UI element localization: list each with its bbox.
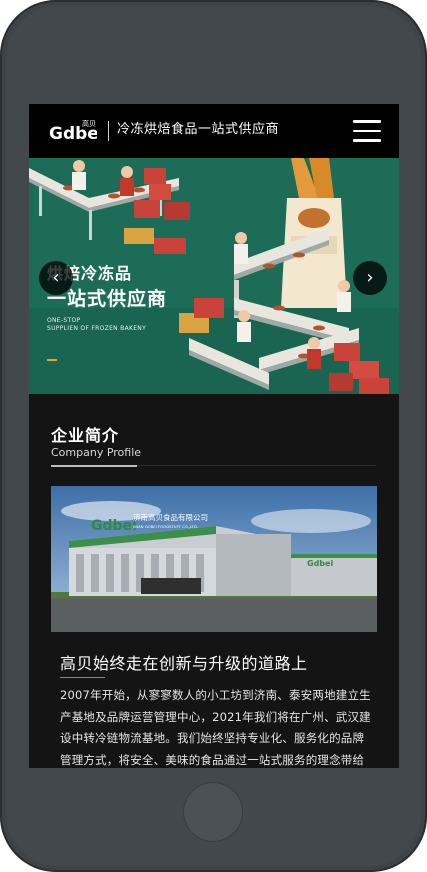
banner-subtitle: ONE-STOP SUPPLIEN OF FROZEN BAKENY (47, 317, 146, 333)
hamburger-menu-icon[interactable] (353, 120, 381, 142)
banner-subtitle-line2: SUPPLIEN OF FROZEN BAKENY (47, 325, 147, 332)
building-illustration: Gdbei 济南高贝食品有限公司 JINAN GOBEI FOODSTUFF C… (51, 486, 377, 632)
article-body: 2007年开始，从寥寥数人的小工坊到济南、泰安两地建立生产基地及品牌运营管理中心… (60, 688, 371, 767)
building-sign-text: 济南高贝食品有限公司 (133, 512, 208, 522)
home-button[interactable] (183, 782, 243, 842)
building-sign-en-text: JINAN GOBEI FOODSTUFF CO.,LTD. (132, 524, 198, 529)
section-subtitle: Company Profile (51, 446, 142, 459)
phone-frame: Gdbei 高贝 冷冻烘焙食品一站式供应商 (0, 0, 427, 872)
company-building-photo[interactable]: Gdbei 济南高贝食品有限公司 JINAN GOBEI FOODSTUFF C… (51, 486, 377, 632)
article-title[interactable]: 高贝始终走在创新与升级的道路上 (60, 650, 308, 674)
brand-logo[interactable]: Gdbei 高贝 (49, 118, 97, 144)
site-header: Gdbei 高贝 冷冻烘焙食品一站式供应商 (29, 104, 399, 158)
logo-small-text: 高贝 (82, 119, 96, 128)
carousel-prev-button[interactable]: ‹ (39, 261, 73, 295)
section-divider-accent (51, 465, 137, 467)
carousel-indicator[interactable] (47, 359, 57, 361)
article-rule (60, 677, 105, 678)
carousel-next-button[interactable]: › (353, 261, 387, 295)
section-title: 企业简介 (51, 426, 120, 445)
building-logo-text: Gdbei (91, 518, 137, 534)
banner-subtitle-line1: ONE-STOP (47, 317, 81, 324)
building-logo-text-2: Gdbei (307, 559, 333, 568)
screen: Gdbei 高贝 冷冻烘焙食品一站式供应商 (29, 104, 399, 768)
logo-divider (108, 121, 109, 141)
header-tagline: 冷冻烘焙食品一站式供应商 (117, 122, 280, 137)
hero-banner: 烘焙冷冻品 一站式供应商 ONE-STOP SUPPLIEN OF FROZEN… (29, 158, 399, 394)
